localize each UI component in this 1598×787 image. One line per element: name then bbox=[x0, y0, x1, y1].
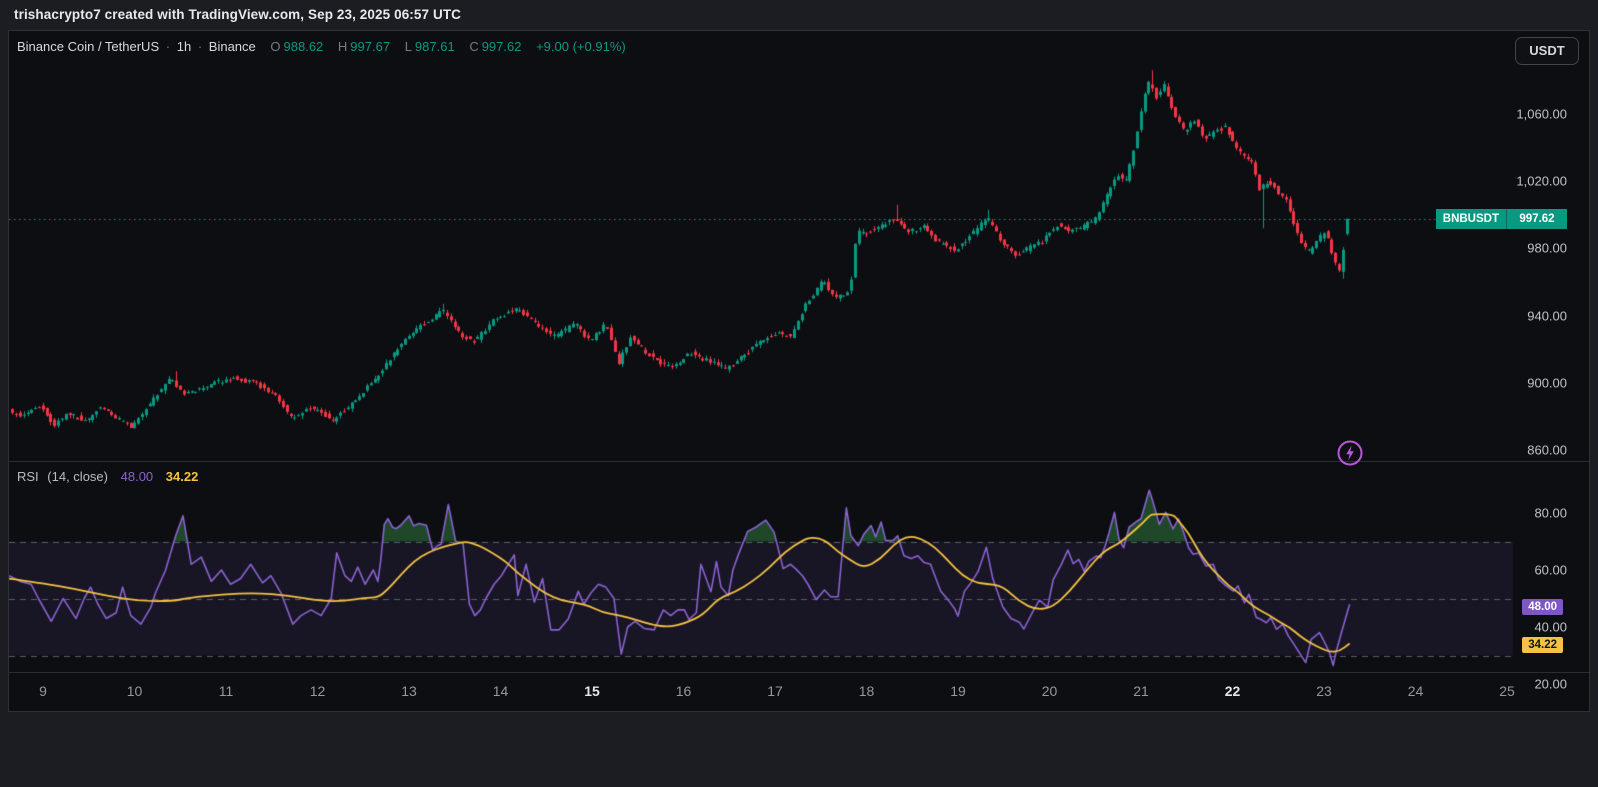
price-axis-label: 900.00 bbox=[1527, 375, 1567, 391]
time-axis-label-9: 9 bbox=[39, 683, 47, 699]
time-axis-label-20: 20 bbox=[1041, 683, 1058, 699]
price-axis-label: 980.00 bbox=[1527, 240, 1567, 256]
last-price-badge: 997.62 bbox=[1507, 209, 1567, 229]
symbol-badge: BNBUSDT bbox=[1435, 209, 1507, 229]
rsi-title[interactable]: RSI bbox=[17, 469, 39, 484]
price-axis-label: 940.00 bbox=[1527, 308, 1567, 324]
rsi-ma-value-badge: 34.22 bbox=[1522, 637, 1563, 653]
rsi-axis-label: 80.00 bbox=[1534, 505, 1567, 521]
high-value: 997.67 bbox=[350, 39, 391, 54]
time-axis-label-13: 13 bbox=[401, 683, 417, 699]
time-axis-label-18: 18 bbox=[858, 683, 875, 699]
change-value: +9.00 (+0.91%) bbox=[536, 39, 626, 54]
symbol-legend: Binance Coin / TetherUS · 1h · Binance O… bbox=[17, 39, 629, 54]
time-axis-label-22: 22 bbox=[1224, 683, 1241, 699]
time-axis-separator bbox=[9, 672, 1591, 673]
open-value: 988.62 bbox=[283, 39, 324, 54]
time-axis-label-15: 15 bbox=[584, 683, 600, 699]
price-axis-label: 1,060.00 bbox=[1516, 106, 1567, 122]
open-label: O bbox=[270, 39, 281, 54]
rsi-current-value: 48.00 bbox=[120, 469, 154, 484]
time-axis-label-16: 16 bbox=[675, 683, 692, 699]
time-axis-label-24: 24 bbox=[1407, 683, 1424, 699]
time-axis-label-11: 11 bbox=[218, 683, 234, 699]
currency-toggle-button[interactable]: USDT bbox=[1515, 37, 1579, 65]
price-and-rsi-chart-canvas[interactable] bbox=[9, 31, 1591, 713]
attribution-text: trishacrypto7 created with TradingView.c… bbox=[14, 7, 462, 22]
time-axis-label-19: 19 bbox=[950, 683, 966, 699]
close-value: 997.62 bbox=[481, 39, 522, 54]
rsi-ma-current-value: 34.22 bbox=[165, 469, 199, 484]
low-value: 987.61 bbox=[414, 39, 455, 54]
rsi-value-badge: 48.00 bbox=[1522, 599, 1563, 615]
chart-widget: Binance Coin / TetherUS · 1h · Binance O… bbox=[8, 30, 1591, 713]
symbol-title[interactable]: Binance Coin / TetherUS bbox=[17, 39, 159, 54]
rsi-legend: RSI (14, close) 48.00 34.22 bbox=[17, 469, 198, 484]
legend-separator: · bbox=[197, 39, 203, 54]
price-axis-label: 1,020.00 bbox=[1516, 173, 1567, 189]
low-label: L bbox=[404, 39, 412, 54]
time-axis-label-14: 14 bbox=[492, 683, 509, 699]
tradingview-snapshot: trishacrypto7 created with TradingView.c… bbox=[0, 0, 1598, 787]
interval-label[interactable]: 1h bbox=[177, 39, 191, 54]
time-axis-label-21: 21 bbox=[1133, 683, 1149, 699]
time-axis-label-12: 12 bbox=[309, 683, 326, 699]
price-axis-label: 860.00 bbox=[1527, 442, 1567, 458]
rsi-axis-label: 60.00 bbox=[1534, 562, 1567, 578]
close-label: C bbox=[469, 39, 479, 54]
rsi-axis-label: 40.00 bbox=[1534, 619, 1567, 635]
time-axis-label-10: 10 bbox=[126, 683, 143, 699]
lightning-bolt-icon[interactable] bbox=[1335, 438, 1365, 468]
exchange-label: Binance bbox=[208, 39, 256, 54]
rsi-params: (14, close) bbox=[47, 469, 108, 484]
time-axis-label-17: 17 bbox=[767, 683, 783, 699]
rsi-axis-label: 20.00 bbox=[1534, 676, 1567, 692]
footer-bar: TradingView bbox=[0, 712, 1598, 787]
time-axis-label-23: 23 bbox=[1316, 683, 1332, 699]
time-axis-label-25: 25 bbox=[1499, 683, 1515, 699]
high-label: H bbox=[337, 39, 348, 54]
last-price-label: BNBUSDT 997.62 bbox=[1435, 209, 1567, 229]
legend-separator: · bbox=[165, 39, 171, 54]
